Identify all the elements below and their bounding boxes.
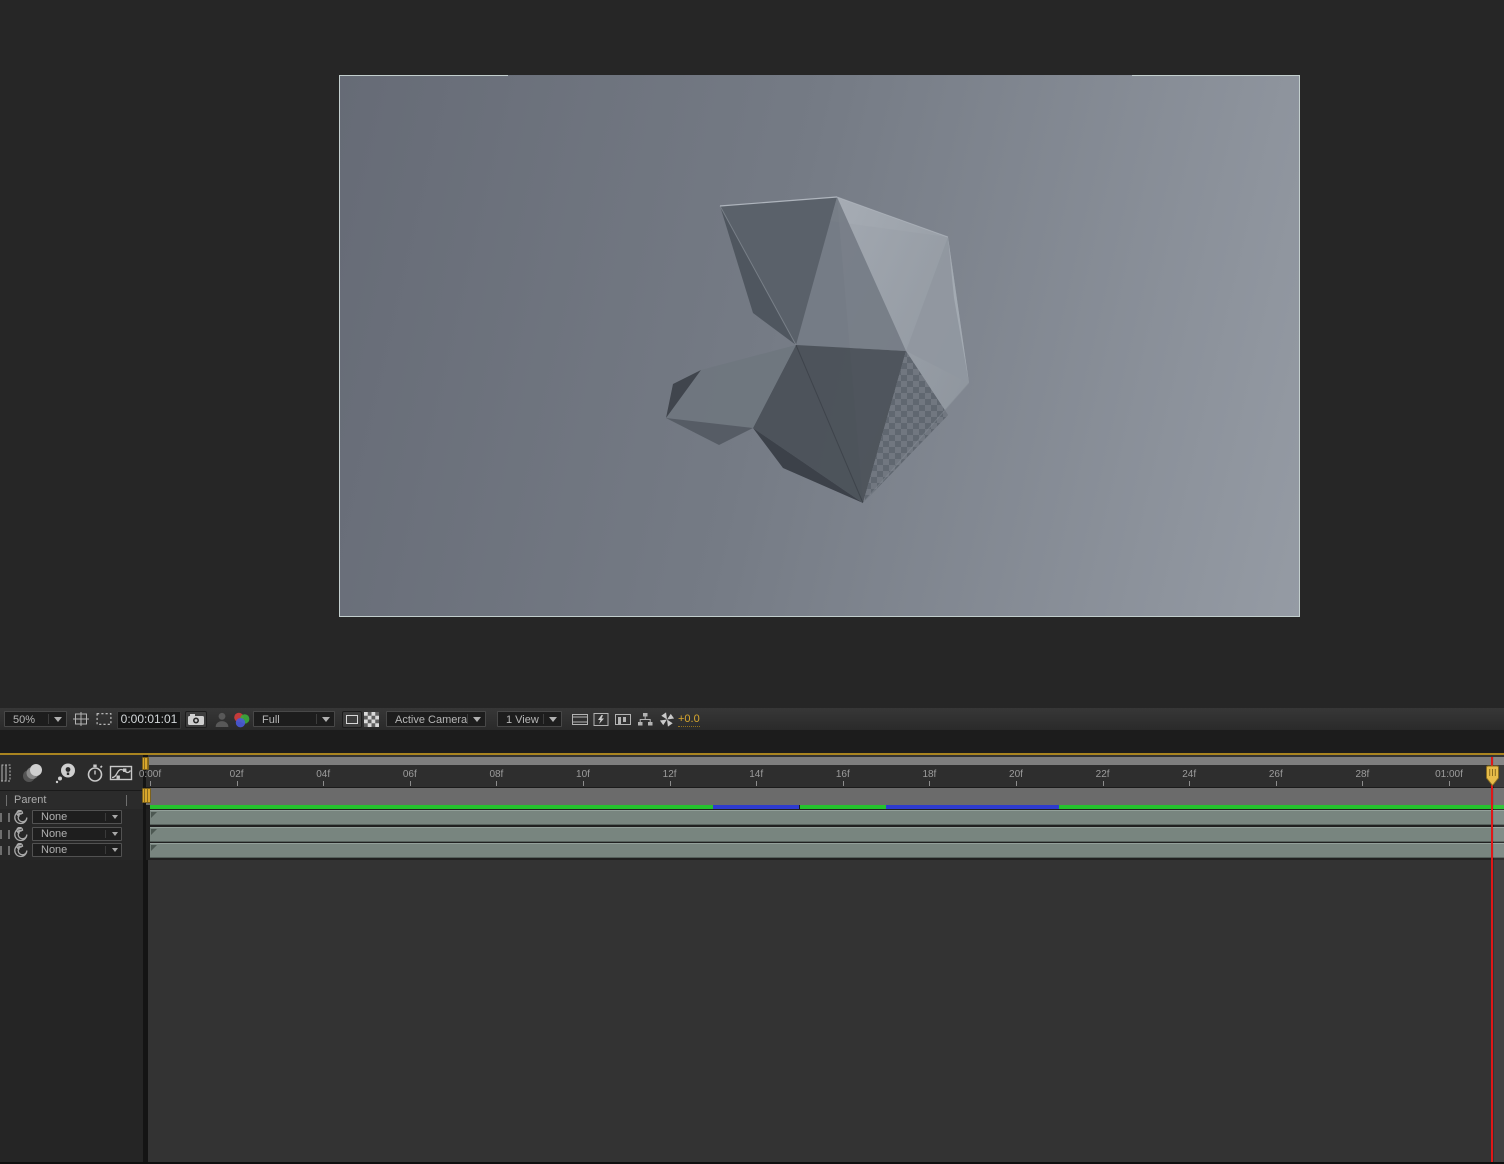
work-area-bar[interactable] — [146, 788, 1504, 806]
column-divider — [6, 795, 7, 806]
layer-twirl-marks[interactable] — [0, 813, 10, 822]
chevron-down-icon — [473, 717, 481, 722]
layer-in-point-notch — [151, 812, 157, 818]
layer-parent-row: None — [0, 810, 143, 825]
beyond-comp-shade — [1494, 757, 1504, 1162]
pixel-aspect-correction-icon[interactable] — [570, 711, 590, 728]
layer-duration-bar[interactable] — [150, 810, 1504, 825]
playhead-line[interactable] — [1491, 757, 1494, 1162]
layer-duration-bar[interactable] — [150, 843, 1504, 858]
roi-rectangle-icon — [346, 715, 358, 724]
layer-in-point-notch — [151, 828, 157, 835]
parent-column-label: Parent — [14, 794, 47, 806]
parent-pick-whip-icon[interactable] — [13, 843, 28, 858]
chevron-down-icon — [112, 848, 118, 852]
magnification-dropdown[interactable]: 50% — [4, 711, 67, 727]
parent-value: None — [41, 844, 68, 856]
graph-editor-icon[interactable] — [108, 762, 134, 784]
work-area-start-handle[interactable] — [142, 788, 151, 803]
column-divider — [126, 795, 127, 806]
dropdown-separator — [48, 714, 49, 724]
brainstorm-icon[interactable] — [55, 762, 77, 784]
timeline-button-icon[interactable] — [613, 711, 633, 728]
cache-indicator-segment-green — [1059, 805, 1504, 809]
parent-column-header[interactable]: Parent — [0, 790, 143, 811]
layer-parent-row: None — [0, 826, 143, 842]
dropdown-separator — [105, 813, 106, 821]
dropdown-separator — [467, 714, 468, 724]
parent-dropdown[interactable]: None — [32, 843, 122, 857]
current-time-field[interactable]: 0:00:01:01 — [117, 711, 181, 729]
comp-border-top-left — [339, 75, 508, 76]
composition-toolbar: 50% 0:00:01:01 Full Active Camera 1 View… — [0, 708, 1504, 731]
parent-pick-whip-icon[interactable] — [13, 826, 28, 842]
chevron-down-icon — [112, 831, 118, 836]
view-layout-dropdown[interactable]: 1 View — [497, 711, 562, 727]
chevron-down-icon — [112, 815, 118, 819]
camera-icon — [188, 714, 204, 725]
resolution-value: Full — [262, 714, 280, 726]
resolution-dropdown[interactable]: Full — [253, 711, 335, 727]
parent-dropdown[interactable]: None — [32, 810, 122, 824]
take-snapshot-button[interactable] — [185, 711, 207, 728]
region-of-interest-marquee-icon[interactable] — [94, 711, 114, 728]
crystal-render — [666, 196, 970, 504]
layer-in-point-notch — [151, 845, 157, 851]
fast-previews-icon[interactable] — [591, 711, 611, 728]
view-layout-value: 1 View — [506, 714, 539, 726]
current-time-indicator[interactable] — [1485, 765, 1500, 787]
show-channels-icon[interactable] — [231, 711, 251, 728]
auto-keyframe-icon[interactable] — [84, 762, 106, 784]
cache-indicator-segment-blue — [712, 805, 800, 809]
comp-border-top-right — [1132, 75, 1300, 76]
chevron-down-icon — [549, 717, 557, 722]
region-of-interest-button[interactable] — [342, 711, 362, 728]
3d-view-dropdown[interactable]: Active Camera — [386, 711, 486, 727]
after-effects-workspace: 50% 0:00:01:01 Full Active Camera 1 View… — [0, 0, 1504, 1164]
parent-dropdown[interactable]: None — [32, 826, 122, 841]
flowchart-button-icon[interactable] — [635, 711, 655, 728]
exposure-adjustment-value[interactable]: +0.0 — [678, 713, 700, 727]
navigator-start-handle[interactable] — [142, 757, 149, 770]
panel-gap — [0, 730, 1504, 753]
magnification-value: 50% — [13, 714, 36, 726]
layer-twirl-marks[interactable] — [0, 846, 10, 855]
cache-indicator-segment-green — [799, 805, 887, 809]
parent-pick-whip-icon[interactable] — [13, 810, 28, 825]
composition-view[interactable] — [339, 75, 1300, 617]
chevron-down-icon — [54, 717, 62, 722]
reset-exposure-icon[interactable] — [657, 711, 677, 728]
dropdown-separator — [105, 846, 106, 854]
frame-blending-icon[interactable] — [0, 762, 13, 784]
3d-view-value: Active Camera — [395, 714, 468, 726]
cache-indicator-segment-blue — [886, 805, 1060, 809]
time-ruler[interactable] — [146, 765, 1504, 788]
grid-guide-options-icon[interactable] — [71, 711, 91, 728]
show-snapshot-icon[interactable] — [212, 711, 232, 728]
parent-value: None — [41, 827, 68, 840]
layer-twirl-marks[interactable] — [0, 829, 10, 839]
timeline-left-empty — [0, 860, 143, 1162]
layer-parent-row: None — [0, 843, 143, 858]
motion-blur-icon[interactable] — [22, 762, 44, 784]
cache-indicator-segment-green — [150, 805, 713, 809]
transparency-grid-icon[interactable] — [364, 711, 379, 728]
parent-value: None — [41, 811, 68, 823]
time-navigator-bar[interactable] — [146, 757, 1504, 765]
layer-duration-bar[interactable] — [150, 826, 1504, 842]
dropdown-separator — [543, 714, 544, 724]
dropdown-separator — [316, 714, 317, 724]
dropdown-separator — [105, 829, 106, 838]
chevron-down-icon — [322, 717, 330, 722]
